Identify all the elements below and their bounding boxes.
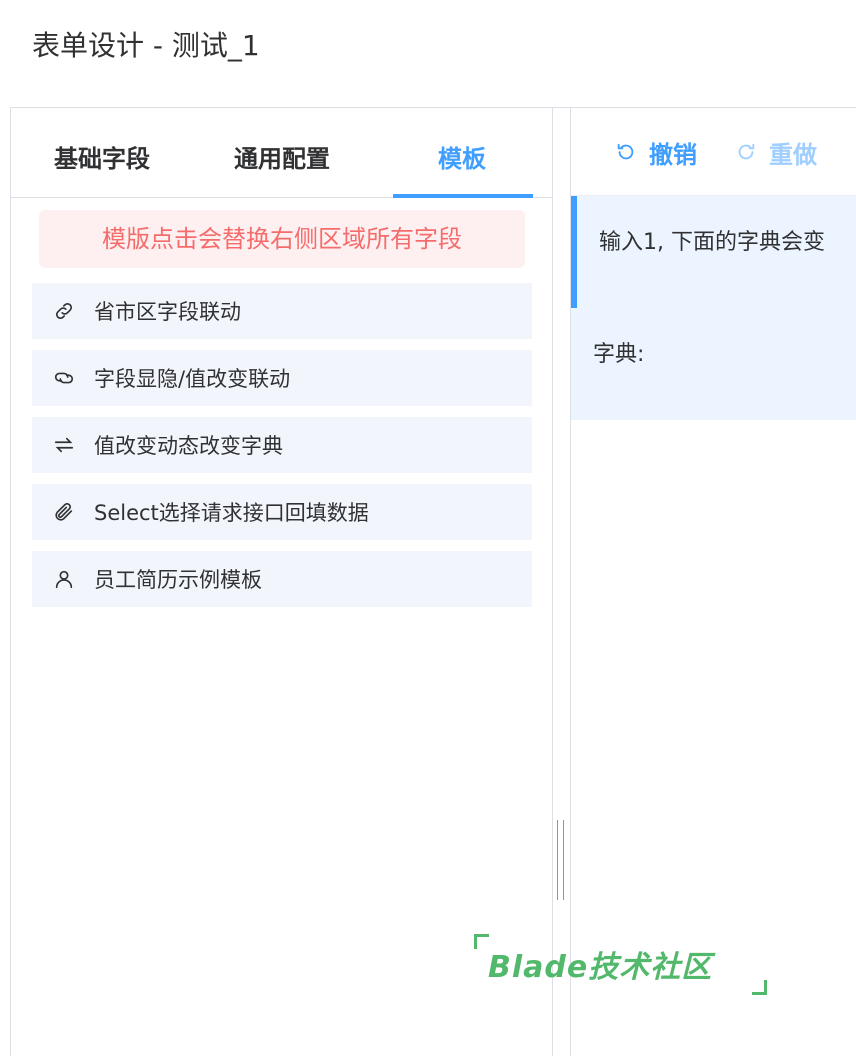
designer-toolbar: 撤销 重做 — [571, 108, 856, 196]
template-item-label: Select选择请求接口回填数据 — [94, 501, 369, 525]
template-item-dynamic-dict[interactable]: 值改变动态改变字典 — [32, 417, 532, 473]
template-item-label: 字段显隐/值改变联动 — [94, 367, 291, 391]
tab-common-config[interactable]: 通用配置 — [212, 138, 352, 198]
link-icon — [52, 299, 76, 323]
redo-icon — [738, 143, 755, 160]
template-item-select-request[interactable]: Select选择请求接口回填数据 — [32, 484, 532, 540]
undo-button[interactable]: 撤销 — [615, 132, 697, 172]
watermark-text: Blade技术社区 — [488, 950, 713, 985]
paperclip-icon — [52, 500, 76, 524]
watermark-bracket-left — [474, 934, 489, 949]
watermark-bracket-right — [752, 980, 767, 995]
template-item-label: 值改变动态改变字典 — [94, 434, 283, 458]
template-notice: 模版点击会替换右侧区域所有字段 — [39, 210, 525, 268]
template-item-label: 员工简历示例模板 — [94, 568, 262, 592]
tab-bar: 基础字段 通用配置 模板 — [11, 108, 552, 198]
watermark: Blade技术社区 — [470, 930, 770, 1000]
tab-active-indicator — [393, 194, 533, 198]
redo-button[interactable]: 重做 — [735, 132, 817, 172]
user-icon — [52, 567, 76, 591]
dict-field-label: 字典: — [593, 342, 645, 367]
page-title: 表单设计 - 测试_1 — [32, 29, 260, 62]
alert-text: 输入1, 下面的字典会变 — [599, 230, 825, 255]
left-panel: 基础字段 通用配置 模板 模版点击会替换右侧区域所有字段 省市区字段联动 字段显… — [10, 108, 553, 1056]
switch-icon — [52, 433, 76, 457]
template-item-resume[interactable]: 员工简历示例模板 — [32, 551, 532, 607]
copy-link-icon — [52, 366, 76, 390]
template-item-label: 省市区字段联动 — [94, 300, 241, 324]
alert-accent-bar — [571, 196, 577, 308]
tab-templates[interactable]: 模板 — [392, 138, 532, 198]
undo-icon — [617, 143, 634, 160]
template-item-visibility-linkage[interactable]: 字段显隐/值改变联动 — [32, 350, 532, 406]
redo-label: 重做 — [769, 140, 817, 169]
tab-basic-fields[interactable]: 基础字段 — [32, 138, 172, 198]
template-item-region-linkage[interactable]: 省市区字段联动 — [32, 283, 532, 339]
panel-resize-handle[interactable] — [555, 820, 567, 900]
template-list: 省市区字段联动 字段显隐/值改变联动 值改变动态改变字典 Select选择请求接… — [32, 283, 532, 618]
form-canvas[interactable]: 输入1, 下面的字典会变 字典: — [571, 196, 856, 420]
undo-label: 撤销 — [649, 140, 697, 169]
right-panel: 撤销 重做 输入1, 下面的字典会变 字典: — [570, 108, 856, 1056]
